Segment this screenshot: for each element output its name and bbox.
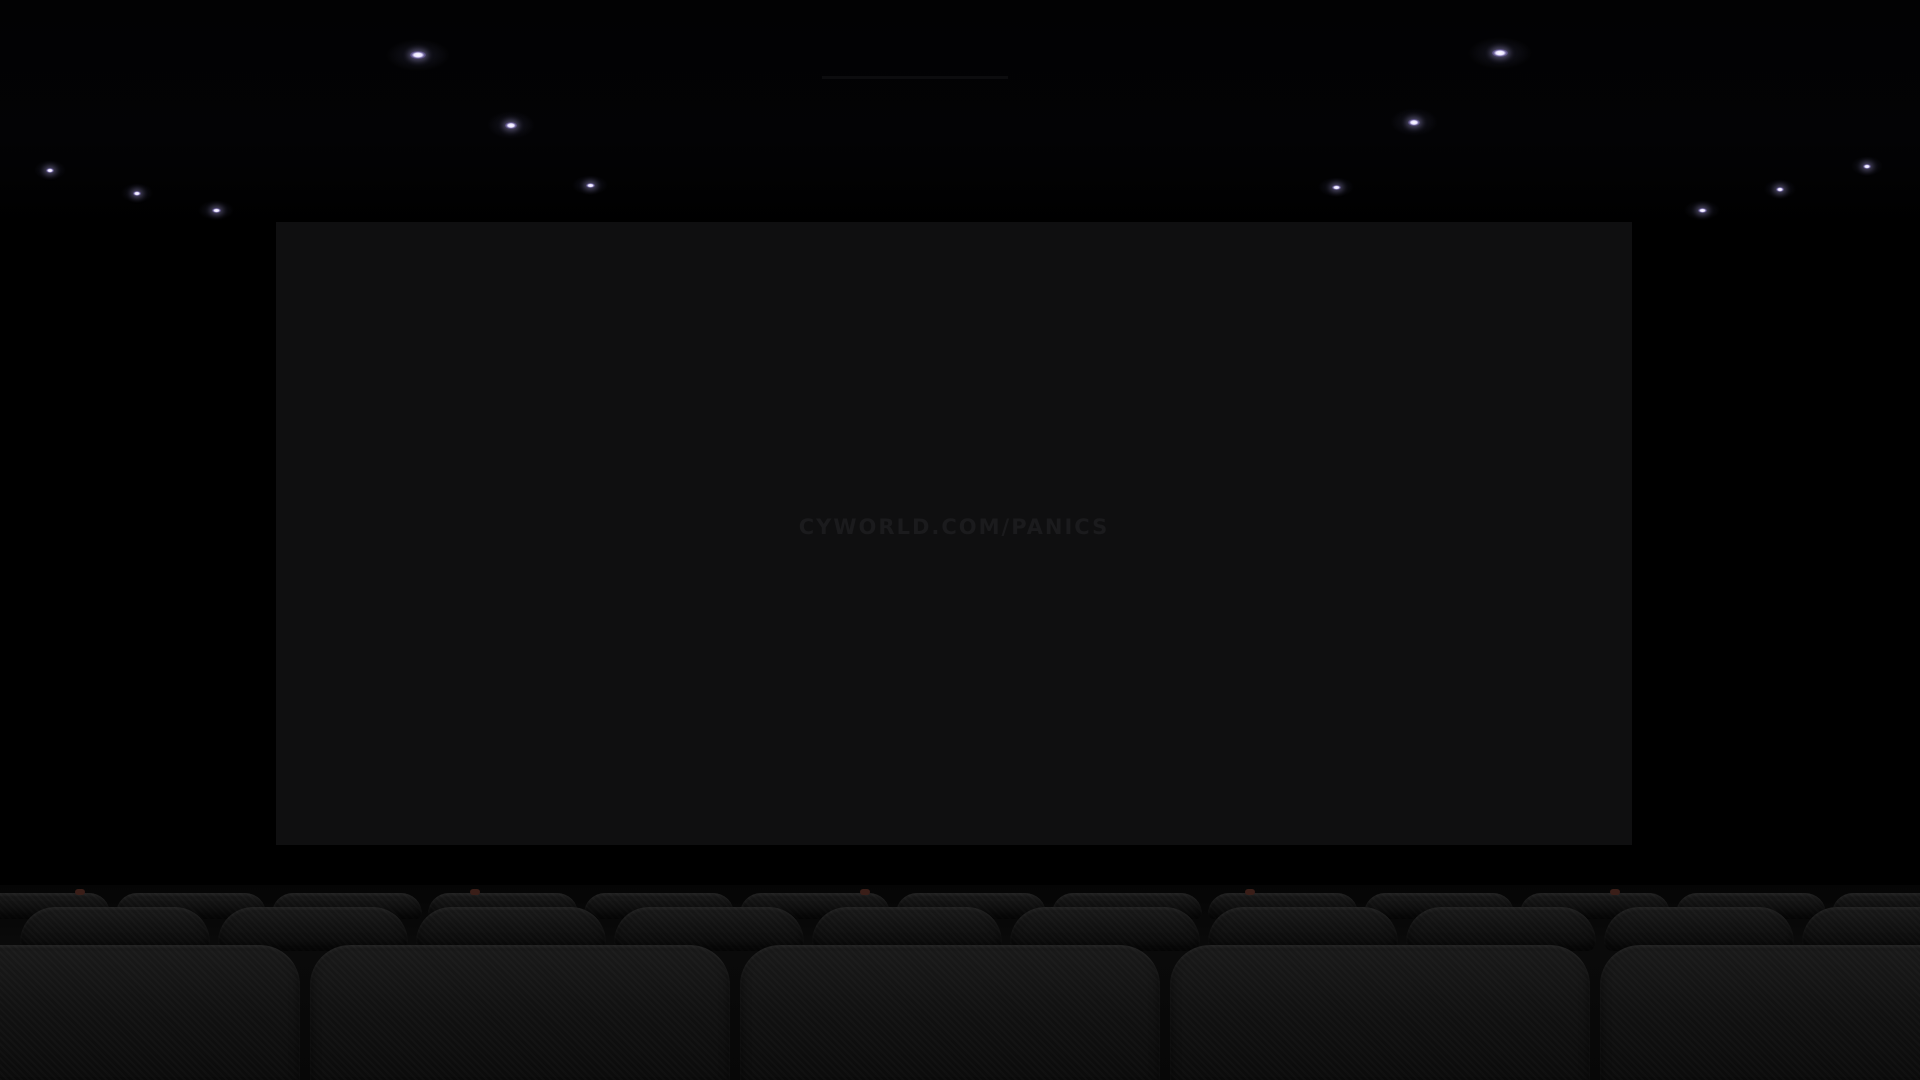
seat-accent [470,889,480,895]
seat-accent [1610,889,1620,895]
ceiling-light-icon [211,207,221,213]
screen-watermark: CYWORLD.COM/PANICS [798,515,1110,539]
ceiling-light-icon [1331,184,1341,190]
ceiling-light-icon [585,182,595,188]
cinema-seat [0,945,300,1080]
projector-window [822,76,1008,79]
cinema-seat [740,945,1160,1080]
ceiling-light-icon [410,51,426,59]
ceiling-light-icon [1863,163,1871,169]
ceiling-light-icon [46,167,54,173]
seat-accent [860,889,870,895]
ceiling-light-icon [133,190,141,196]
seat-accent [75,889,85,895]
seat-row [0,945,1920,1080]
ceiling-light-icon [505,121,517,129]
seating-area [0,885,1920,1080]
ceiling [0,0,1920,230]
cinema-seat [1170,945,1590,1080]
cinema-seat [1600,945,1920,1080]
ceiling-light-icon [1697,207,1707,213]
cinema-scene: CYWORLD.COM/PANICS [0,0,1920,1080]
ceiling-light-icon [1408,118,1420,126]
ceiling-light-icon [1492,49,1508,57]
cinema-seat [310,945,730,1080]
movie-screen: CYWORLD.COM/PANICS [276,222,1632,845]
ceiling-light-icon [1776,186,1784,192]
seat-accent [1245,889,1255,895]
